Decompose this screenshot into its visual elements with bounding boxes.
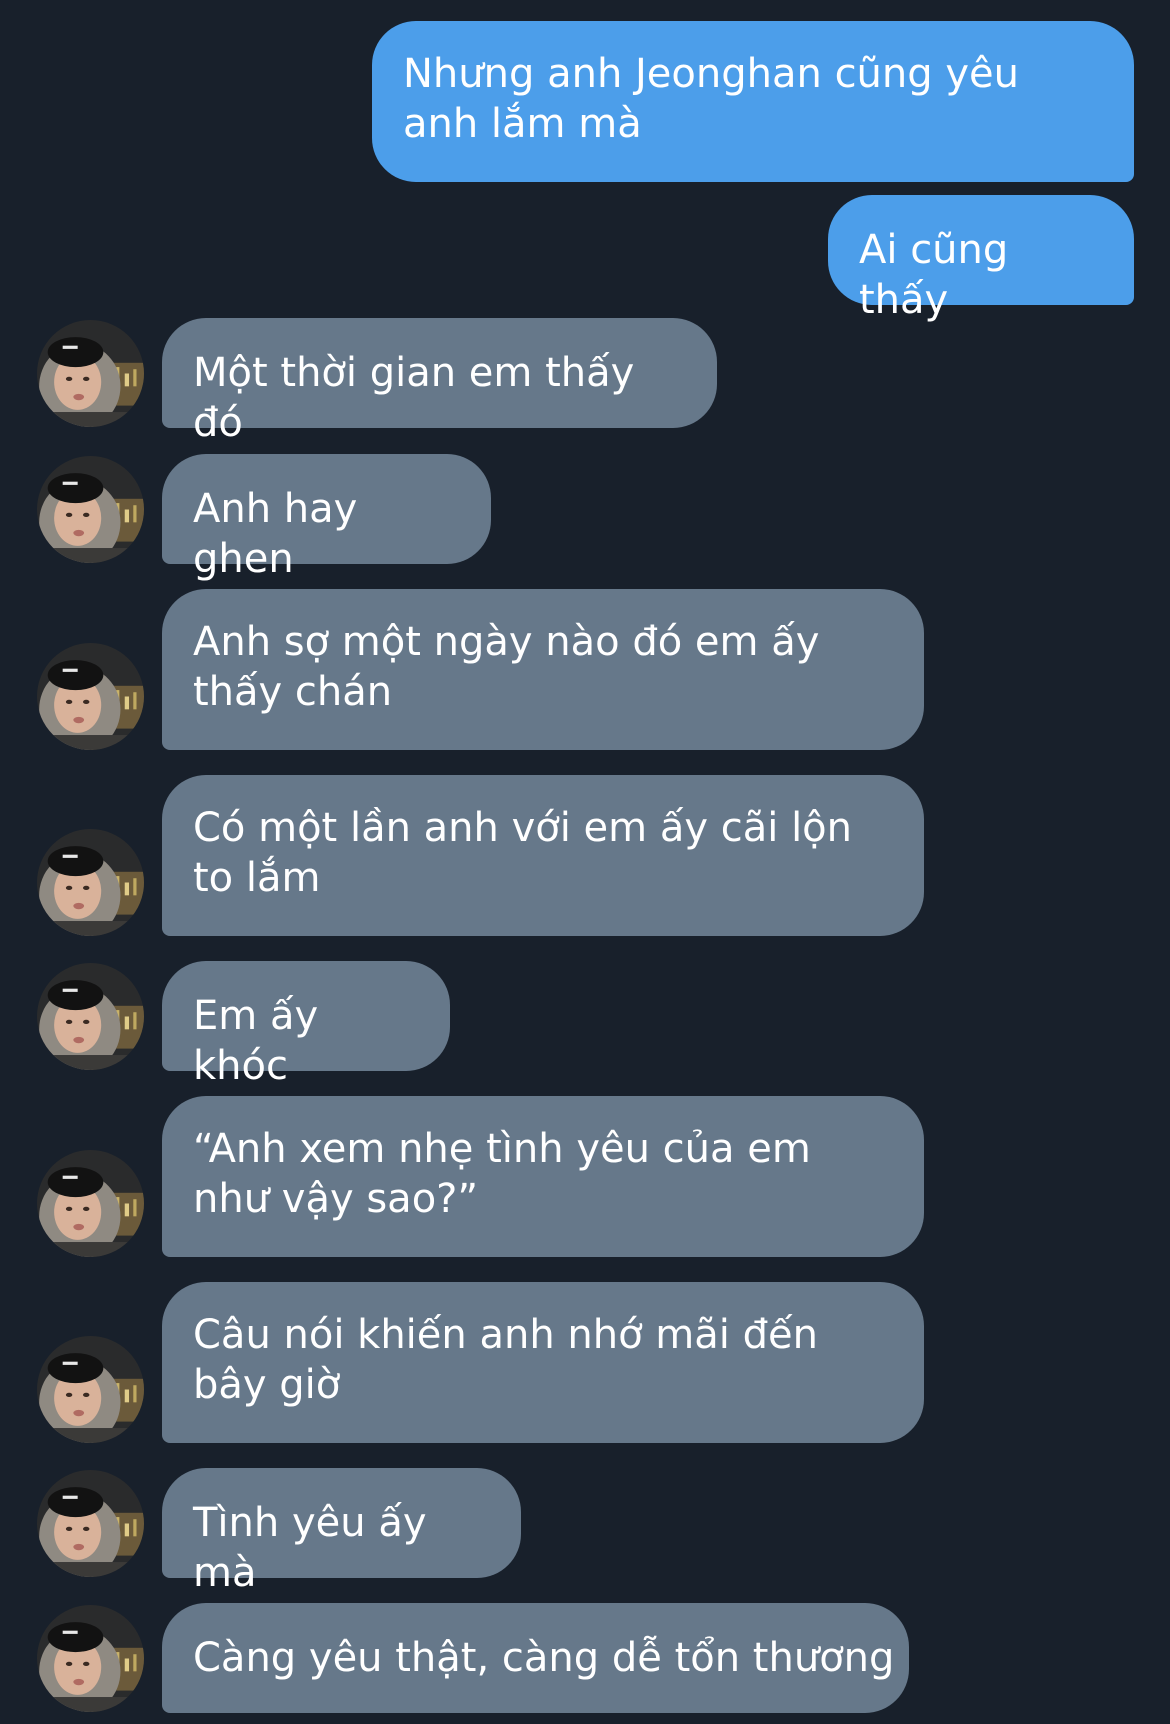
contact-avatar[interactable] (37, 1470, 144, 1577)
contact-avatar[interactable] (37, 1605, 144, 1712)
contact-avatar[interactable] (37, 643, 144, 750)
message-text: Một thời gian em thấy đó (193, 350, 635, 446)
contact-avatar-photo-icon (37, 1150, 144, 1257)
contact-avatar-photo-icon (37, 829, 144, 936)
incoming-message[interactable]: Anh hay ghen (162, 454, 491, 582)
contact-avatar-photo-icon (37, 456, 144, 563)
contact-avatar-photo-icon (37, 1336, 144, 1443)
incoming-message[interactable]: Có một lần anh với em ấy cãi lộn to lắm (162, 775, 924, 936)
contact-avatar-photo-icon (37, 1605, 144, 1712)
outgoing-message[interactable]: Nhưng anh Jeonghan cũng yêu anh lắm mà (372, 21, 1134, 182)
message-text: Nhưng anh Jeonghan cũng yêu anh lắm mà (403, 51, 1019, 147)
contact-avatar-photo-icon (37, 963, 144, 1070)
message-text: Anh hay ghen (193, 486, 358, 582)
contact-avatar[interactable] (37, 320, 144, 427)
message-text: Câu nói khiến anh nhớ mãi đến bây giờ (193, 1312, 818, 1408)
contact-avatar[interactable] (37, 829, 144, 936)
incoming-message[interactable]: Anh sợ một ngày nào đó em ấy thấy chán (162, 589, 924, 750)
message-text: Càng yêu thật, càng dễ tổn thương (193, 1635, 895, 1681)
incoming-message[interactable]: Em ấy khóc (162, 961, 450, 1089)
chat-thread[interactable]: Nhưng anh Jeonghan cũng yêu anh lắm mà A… (0, 0, 1170, 1724)
incoming-message[interactable]: Tình yêu ấy mà (162, 1468, 521, 1596)
contact-avatar[interactable] (37, 963, 144, 1070)
contact-avatar-photo-icon (37, 1470, 144, 1577)
incoming-message[interactable]: Càng yêu thật, càng dễ tổn thương (162, 1603, 909, 1713)
message-text: Anh sợ một ngày nào đó em ấy thấy chán (193, 619, 820, 715)
contact-avatar-photo-icon (37, 320, 144, 427)
message-text: Có một lần anh với em ấy cãi lộn to lắm (193, 805, 853, 901)
outgoing-message[interactable]: Ai cũng thấy (828, 195, 1134, 323)
incoming-message[interactable]: Một thời gian em thấy đó (162, 318, 717, 446)
contact-avatar[interactable] (37, 1336, 144, 1443)
message-text: Tình yêu ấy mà (193, 1500, 427, 1596)
message-text: “Anh xem nhẹ tình yêu của em như vậy sao… (193, 1126, 811, 1222)
message-text: Ai cũng thấy (859, 227, 1009, 323)
contact-avatar[interactable] (37, 456, 144, 563)
message-text: Em ấy khóc (193, 993, 319, 1089)
contact-avatar[interactable] (37, 1150, 144, 1257)
incoming-message[interactable]: Câu nói khiến anh nhớ mãi đến bây giờ (162, 1282, 924, 1443)
incoming-message[interactable]: “Anh xem nhẹ tình yêu của em như vậy sao… (162, 1096, 924, 1257)
contact-avatar-photo-icon (37, 643, 144, 750)
